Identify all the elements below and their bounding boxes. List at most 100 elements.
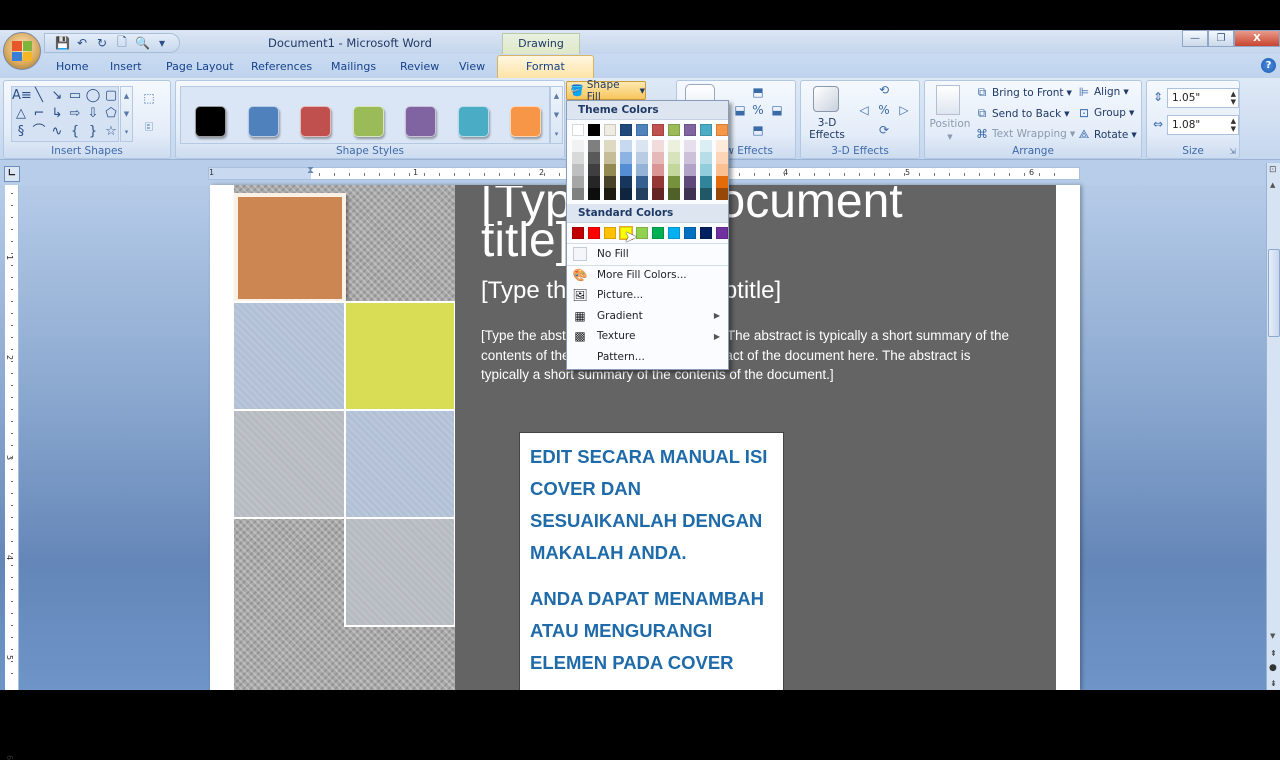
menu-item-gradient[interactable]: ▦ Gradient ▶ <box>567 306 728 327</box>
tab-review[interactable]: Review <box>400 57 439 77</box>
theme-shade-swatch[interactable] <box>604 140 616 152</box>
shape-option[interactable]: ▢ <box>102 87 120 105</box>
cover-tile-gray-1[interactable] <box>234 409 346 519</box>
theme-shade-swatch[interactable] <box>636 140 648 152</box>
menu-item-no-fill[interactable]: No Fill <box>567 244 728 265</box>
scroll-down-icon[interactable]: ▼ <box>1270 632 1275 640</box>
theme-shade-swatch[interactable] <box>652 140 664 152</box>
shape-style-swatch[interactable] <box>300 106 331 137</box>
3d-on-off-button[interactable]: % <box>877 103 891 117</box>
theme-shade-swatch[interactable] <box>572 152 584 164</box>
theme-shade-swatch[interactable] <box>668 164 680 176</box>
theme-shade-swatch[interactable] <box>684 188 696 200</box>
menu-item-texture[interactable]: ▩ Texture ▶ <box>567 326 728 347</box>
close-button[interactable]: X <box>1234 30 1280 47</box>
tilt-up-button[interactable]: ⟲ <box>877 83 891 97</box>
theme-shade-swatch[interactable] <box>700 164 712 176</box>
theme-shade-swatch[interactable] <box>716 140 728 152</box>
tab-references[interactable]: References <box>251 57 312 77</box>
shape-style-swatch[interactable] <box>510 106 541 137</box>
theme-shade-swatch[interactable] <box>668 188 680 200</box>
shadow-on-off[interactable]: % <box>751 103 765 117</box>
cover-tile-yellow[interactable] <box>344 301 456 411</box>
nudge-shadow-down[interactable]: ⬒ <box>751 123 765 137</box>
shape-option[interactable]: ∿ <box>48 123 66 141</box>
save-icon[interactable]: 💾 <box>55 36 70 50</box>
shape-style-swatch[interactable] <box>457 106 489 137</box>
nudge-shadow-right[interactable]: ⬓ <box>770 103 784 117</box>
tilt-right-button[interactable]: ▷ <box>897 103 911 117</box>
shapes-gallery[interactable]: A≡ ╲ ↘ ▭ ◯ ▢ △ ⌐ ↳ ⇨ ⇩ ⬠ § ⌒ ∿{} ☆ <box>11 86 119 142</box>
theme-shade-swatch[interactable] <box>652 188 664 200</box>
theme-shade-swatch[interactable] <box>588 176 600 188</box>
theme-shade-swatch[interactable] <box>716 188 728 200</box>
edit-shape-button[interactable]: ⬚ <box>142 91 156 105</box>
theme-color-swatch[interactable] <box>636 124 648 136</box>
shape-fill-button[interactable]: 🪣 Shape Fill ▼ <box>566 79 646 103</box>
ruler-toggle-icon[interactable]: ⊡ <box>1269 165 1277 175</box>
shape-option[interactable]: ⌒ <box>30 123 48 141</box>
theme-shade-swatch[interactable] <box>588 152 600 164</box>
standard-color-swatch[interactable] <box>572 227 584 239</box>
theme-color-swatch[interactable] <box>604 124 616 136</box>
theme-shade-swatch[interactable] <box>588 188 600 200</box>
theme-shade-swatch[interactable] <box>716 164 728 176</box>
theme-shade-swatch[interactable] <box>572 176 584 188</box>
shape-option[interactable]: ⬠ <box>102 105 120 123</box>
menu-item-more-fill-colors[interactable]: 🎨 More Fill Colors... <box>567 264 728 286</box>
theme-shade-swatch[interactable] <box>620 176 632 188</box>
nudge-shadow-up[interactable]: ⬒ <box>751 85 765 99</box>
shape-option[interactable]: ◯ <box>84 87 102 105</box>
theme-shade-swatch[interactable] <box>636 164 648 176</box>
shape-option[interactable]: A≡ <box>12 87 32 105</box>
width-spinner[interactable]: ▲ ▼ <box>1231 117 1236 133</box>
theme-shade-swatch[interactable] <box>684 152 696 164</box>
draw-text-box-button[interactable]: 🗉 <box>142 118 156 139</box>
theme-shade-swatch[interactable] <box>620 152 632 164</box>
shape-width-input[interactable]: 1.08" ▲ ▼ <box>1167 115 1239 135</box>
theme-shade-swatch[interactable] <box>604 152 616 164</box>
theme-shade-swatch[interactable] <box>572 164 584 176</box>
undo-icon[interactable]: ↶ <box>75 36 89 50</box>
standard-color-swatch[interactable] <box>716 227 728 239</box>
tab-mailings[interactable]: Mailings <box>331 57 376 77</box>
next-page-icon[interactable]: ⇟ <box>1270 679 1277 688</box>
send-to-back-button[interactable]: ⧉ Send to Back ▼ <box>975 106 1070 121</box>
tab-view[interactable]: View <box>459 57 485 77</box>
cover-tile-blue-1[interactable] <box>234 301 346 411</box>
theme-shade-swatch[interactable] <box>700 188 712 200</box>
tab-selector-button[interactable]: ∟ <box>4 166 20 182</box>
text-wrapping-button[interactable]: ⌘ Text Wrapping ▼ <box>975 127 1075 141</box>
theme-shade-swatch[interactable] <box>668 176 680 188</box>
tilt-left-button[interactable]: ◁ <box>857 103 871 117</box>
instruction-text-box[interactable]: EDIT SECARA MANUAL ISI COVER DAN SESUAIK… <box>519 432 784 692</box>
print-preview-icon[interactable]: 🔍 <box>135 36 150 50</box>
standard-color-swatch[interactable] <box>700 227 712 239</box>
theme-shade-swatch[interactable] <box>652 164 664 176</box>
shape-option[interactable]: ↳ <box>48 105 66 123</box>
vertical-ruler[interactable]: 123456 <box>5 185 19 760</box>
theme-shade-swatch[interactable] <box>636 152 648 164</box>
theme-shade-swatch[interactable] <box>716 176 728 188</box>
theme-shade-swatch[interactable] <box>572 140 584 152</box>
theme-color-swatch[interactable] <box>716 124 728 136</box>
theme-shade-swatch[interactable] <box>668 140 680 152</box>
group-button[interactable]: ⊡ Group ▼ <box>1077 106 1134 120</box>
standard-color-swatch[interactable] <box>636 227 648 239</box>
theme-shade-swatch[interactable] <box>700 152 712 164</box>
theme-shade-swatch[interactable] <box>588 164 600 176</box>
cover-abstract[interactable]: [Type the abstract of the document here.… <box>481 326 1021 385</box>
align-button[interactable]: ⊫ Align ▼ <box>1077 85 1129 99</box>
theme-shade-swatch[interactable] <box>716 152 728 164</box>
cover-tile-orange-selected[interactable] <box>234 193 346 303</box>
theme-shade-swatch[interactable] <box>652 176 664 188</box>
shape-option[interactable]: } <box>84 123 102 141</box>
restore-button[interactable]: ❐ <box>1208 30 1234 47</box>
theme-shade-swatch[interactable] <box>684 176 696 188</box>
theme-shade-swatch[interactable] <box>700 140 712 152</box>
theme-shade-swatch[interactable] <box>684 164 696 176</box>
theme-shade-swatch[interactable] <box>700 176 712 188</box>
menu-item-picture[interactable]: 🖼 Picture... <box>567 285 728 306</box>
theme-shade-swatch[interactable] <box>604 188 616 200</box>
shape-option[interactable]: { <box>66 123 84 141</box>
